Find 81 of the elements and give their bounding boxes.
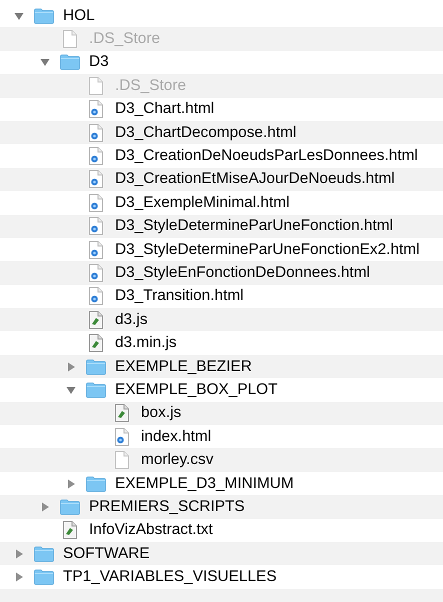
html-file-icon: [89, 240, 103, 259]
file-name: D3_StyleEnFonctionDeDonnees.html: [115, 264, 370, 282]
list-row[interactable]: D3_Transition.html: [0, 284, 443, 308]
file-name: TP1_VARIABLES_VISUELLES: [63, 568, 277, 586]
folder-icon: [60, 498, 80, 515]
disclosure-triangle[interactable]: [66, 384, 76, 395]
file-name: D3_Chart.html: [115, 100, 214, 118]
list-row[interactable]: D3_ExempleMinimal.html: [0, 191, 443, 215]
list-row[interactable]: box.js: [0, 402, 443, 426]
file-name: .DS_Store: [115, 76, 186, 95]
disclosure-triangle[interactable]: [66, 478, 76, 488]
list-row[interactable]: D3_StyleEnFonctionDeDonnees.html: [0, 261, 443, 285]
list-row[interactable]: EXEMPLE_BEZIER: [0, 354, 443, 378]
list-row[interactable]: TP1_VARIABLES_VISUELLES: [0, 565, 443, 589]
file-name: D3_ChartDecompose.html: [115, 124, 296, 142]
list-row[interactable]: InfoVizAbstract.txt: [0, 518, 443, 542]
html-file-icon: [89, 217, 103, 236]
folder-icon: [34, 8, 54, 24]
list-row[interactable]: d3.js: [0, 308, 443, 332]
folder-icon: [34, 546, 54, 562]
disclosure-triangle[interactable]: [40, 502, 50, 512]
folder-icon: [86, 358, 106, 375]
disclosure-triangle[interactable]: [66, 362, 76, 372]
html-file-icon: [89, 264, 103, 282]
html-file-icon: [89, 100, 103, 118]
file-name: D3_StyleDetermineParUneFonction.html: [115, 217, 394, 236]
html-file-icon: [89, 287, 103, 306]
file-name: index.html: [141, 428, 212, 446]
file-name: d3.js: [115, 310, 148, 329]
file-name: morley.csv: [141, 451, 214, 470]
script-file-icon: [63, 521, 77, 540]
script-file-icon: [115, 404, 129, 422]
file-name: D3: [89, 53, 109, 72]
list-row[interactable]: PREMIERS_SCRIPTS: [0, 495, 443, 519]
script-file-icon: [89, 334, 103, 352]
document-icon: [63, 30, 77, 48]
document-icon: [89, 76, 103, 95]
file-name: D3_StyleDetermineParUneFonctionEx2.html: [115, 240, 420, 259]
document-icon: [115, 451, 129, 470]
disclosure-triangle[interactable]: [14, 572, 24, 582]
folder-icon: [86, 382, 106, 398]
html-file-icon: [89, 147, 103, 166]
list-row[interactable]: d3.min.js: [0, 331, 443, 355]
html-file-icon: [89, 170, 103, 188]
html-file-icon: [115, 428, 129, 446]
folder-icon: [60, 54, 80, 70]
list-row[interactable]: D3_StyleDetermineParUneFonction.html: [0, 214, 443, 238]
file-name: HOL: [63, 6, 95, 25]
folder-icon: [86, 476, 106, 492]
script-file-icon: [89, 310, 103, 329]
html-file-icon: [89, 124, 103, 142]
list-row[interactable]: D3_StyleDetermineParUneFonctionEx2.html: [0, 238, 443, 262]
file-name: .DS_Store: [89, 30, 160, 48]
file-name: InfoVizAbstract.txt: [89, 521, 213, 540]
list-row[interactable]: D3_Chart.html: [0, 98, 443, 121]
disclosure-triangle[interactable]: [40, 57, 50, 68]
file-name: D3_ExempleMinimal.html: [115, 194, 290, 212]
list-row[interactable]: D3_CreationDeNoeudsParLesDonnees.html: [0, 144, 443, 168]
file-name: d3.min.js: [115, 334, 177, 352]
file-name: D3_CreationEtMiseAJourDeNoeuds.html: [115, 170, 395, 188]
file-name: PREMIERS_SCRIPTS: [89, 498, 245, 516]
file-name: EXEMPLE_BEZIER: [115, 358, 252, 376]
file-name: SOFTWARE: [63, 544, 150, 563]
list-row[interactable]: HOL: [0, 4, 443, 28]
list-row[interactable]: SOFTWARE: [0, 542, 443, 566]
disclosure-triangle[interactable]: [14, 10, 24, 21]
list-row[interactable]: EXEMPLE_BOX_PLOT: [0, 378, 443, 402]
list-row[interactable]: index.html: [0, 425, 443, 448]
disclosure-triangle[interactable]: [14, 548, 24, 559]
list-row[interactable]: D3: [0, 50, 443, 74]
file-name: box.js: [141, 404, 182, 422]
html-file-icon: [89, 194, 103, 212]
list-row[interactable]: D3_CreationEtMiseAJourDeNoeuds.html: [0, 168, 443, 192]
file-name: EXEMPLE_BOX_PLOT: [115, 380, 278, 399]
file-name: D3_CreationDeNoeudsParLesDonnees.html: [115, 147, 418, 166]
file-name: D3_Transition.html: [115, 287, 244, 306]
list-row[interactable]: EXEMPLE_D3_MINIMUM: [0, 472, 443, 496]
file-name: EXEMPLE_D3_MINIMUM: [115, 474, 294, 492]
folder-icon: [34, 569, 54, 586]
list-row[interactable]: morley.csv: [0, 448, 443, 472]
list-row[interactable]: D3_ChartDecompose.html: [0, 120, 443, 144]
